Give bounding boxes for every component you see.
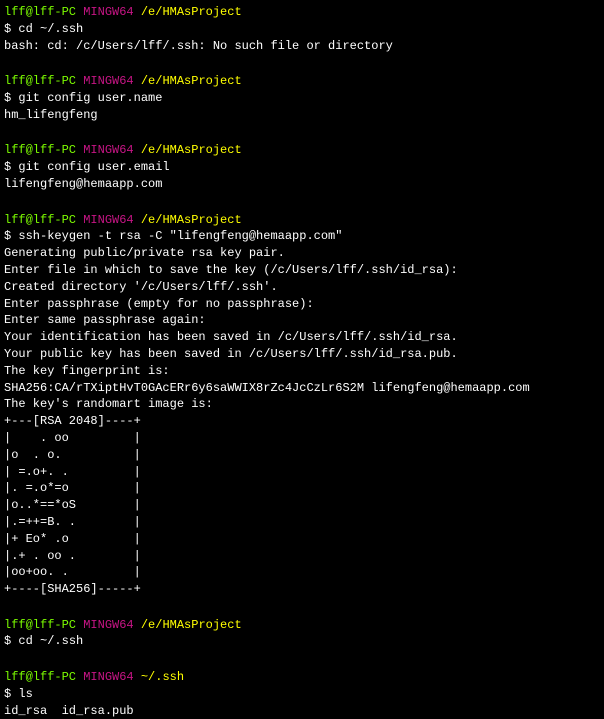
prompt-host: MINGW64 — [83, 5, 133, 19]
output-text: Your identification has been saved in /c… — [4, 329, 600, 346]
prompt-line: lff@lff-PC MINGW64 /e/HMAsProject — [4, 4, 600, 21]
randomart-line: |o . o. | — [4, 447, 600, 464]
output-text: bash: cd: /c/Users/lff/.ssh: No such fil… — [4, 38, 600, 55]
command-text: git config user.email — [18, 160, 169, 174]
randomart-line: |o..*==*oS | — [4, 497, 600, 514]
output-text: Enter file in which to save the key (/c/… — [4, 262, 600, 279]
prompt-line: lff@lff-PC MINGW64 /e/HMAsProject — [4, 142, 600, 159]
prompt-line: lff@lff-PC MINGW64 /e/HMAsProject — [4, 73, 600, 90]
prompt-path: /e/HMAsProject — [141, 5, 242, 19]
output-text: The key fingerprint is: — [4, 363, 600, 380]
randomart-line: +----[SHA256]-----+ — [4, 581, 600, 598]
output-text: id_rsa id_rsa.pub — [4, 703, 600, 719]
prompt-line: lff@lff-PC MINGW64 ~/.ssh — [4, 669, 600, 686]
prompt-user: lff@lff-PC — [4, 5, 76, 19]
output-text: Generating public/private rsa key pair. — [4, 245, 600, 262]
command-text: ssh-keygen -t rsa -C "lifengfeng@hemaapp… — [18, 229, 342, 243]
randomart-line: |. =.o*=o | — [4, 480, 600, 497]
randomart-line: |.=++=B. . | — [4, 514, 600, 531]
prompt-line: lff@lff-PC MINGW64 /e/HMAsProject — [4, 617, 600, 634]
randomart-line: | . oo | — [4, 430, 600, 447]
command-text: cd ~/.ssh — [18, 634, 83, 648]
randomart-line: +---[RSA 2048]----+ — [4, 413, 600, 430]
command-line: $ cd ~/.ssh — [4, 633, 600, 650]
output-text: The key's randomart image is: — [4, 396, 600, 413]
command-line: $ cd ~/.ssh — [4, 21, 600, 38]
command-line: $ git config user.name — [4, 90, 600, 107]
randomart-line: |.+ . oo . | — [4, 548, 600, 565]
randomart-line: | =.o+. . | — [4, 464, 600, 481]
command-text: cd ~/.ssh — [18, 22, 83, 36]
output-text: lifengfeng@hemaapp.com — [4, 176, 600, 193]
command-text: ls — [18, 687, 32, 701]
output-text: Created directory '/c/Users/lff/.ssh'. — [4, 279, 600, 296]
output-text: Enter passphrase (empty for no passphras… — [4, 296, 600, 313]
output-text: hm_lifengfeng — [4, 107, 600, 124]
randomart-line: |oo+oo. . | — [4, 564, 600, 581]
command-line: $ ssh-keygen -t rsa -C "lifengfeng@hemaa… — [4, 228, 600, 245]
output-text: Enter same passphrase again: — [4, 312, 600, 329]
terminal-output[interactable]: lff@lff-PC MINGW64 /e/HMAsProject $ cd ~… — [4, 4, 600, 719]
command-line: $ ls — [4, 686, 600, 703]
randomart-line: |+ Eo* .o | — [4, 531, 600, 548]
output-text: Your public key has been saved in /c/Use… — [4, 346, 600, 363]
output-text: SHA256:CA/rTXiptHvT0GAcERr6y6saWWIX8rZc4… — [4, 380, 600, 397]
prompt-path: ~/.ssh — [141, 670, 184, 684]
prompt-line: lff@lff-PC MINGW64 /e/HMAsProject — [4, 212, 600, 229]
command-line: $ git config user.email — [4, 159, 600, 176]
command-text: git config user.name — [18, 91, 162, 105]
